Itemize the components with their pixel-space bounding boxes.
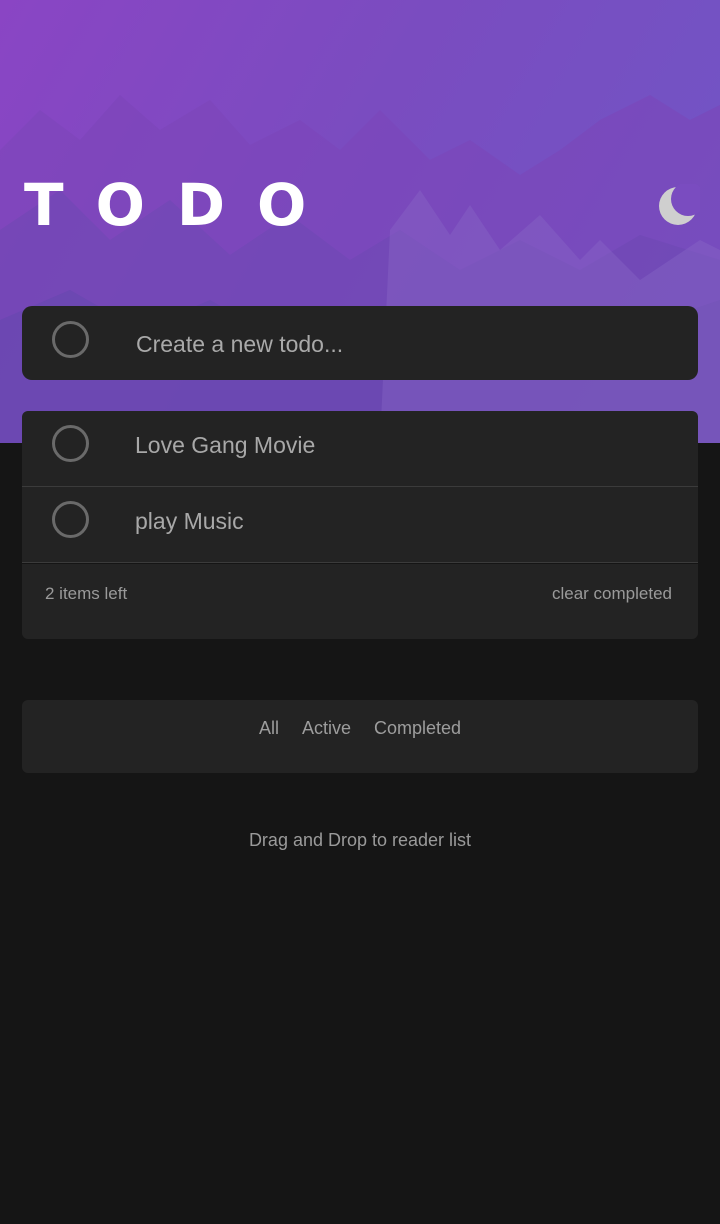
new-todo-input[interactable] xyxy=(134,324,668,364)
todo-text[interactable]: play Music xyxy=(135,505,244,537)
todo-item[interactable]: Love Gang Movie xyxy=(22,411,698,487)
clear-completed-button[interactable]: clear completed xyxy=(552,584,672,604)
todo-list: Love Gang Movie play Music 2 items left … xyxy=(22,411,698,639)
todo-text[interactable]: Love Gang Movie xyxy=(135,429,315,461)
moon-icon[interactable] xyxy=(656,184,700,228)
todo-checkbox[interactable] xyxy=(52,501,89,538)
app-title: TODO xyxy=(24,171,339,239)
filter-active[interactable]: Active xyxy=(302,718,351,738)
new-todo-bar xyxy=(22,306,698,380)
filter-completed[interactable]: Completed xyxy=(374,718,461,738)
filter-all[interactable]: All xyxy=(259,718,279,738)
items-left-count: 2 items left xyxy=(45,584,128,603)
todo-checkbox[interactable] xyxy=(52,425,89,462)
new-todo-checkbox[interactable] xyxy=(52,321,89,358)
todo-item[interactable]: play Music xyxy=(22,487,698,563)
filter-bar: All Active Completed xyxy=(22,700,698,773)
list-footer: 2 items left clear completed xyxy=(22,564,698,639)
drag-drop-hint: Drag and Drop to reader list xyxy=(248,830,472,850)
